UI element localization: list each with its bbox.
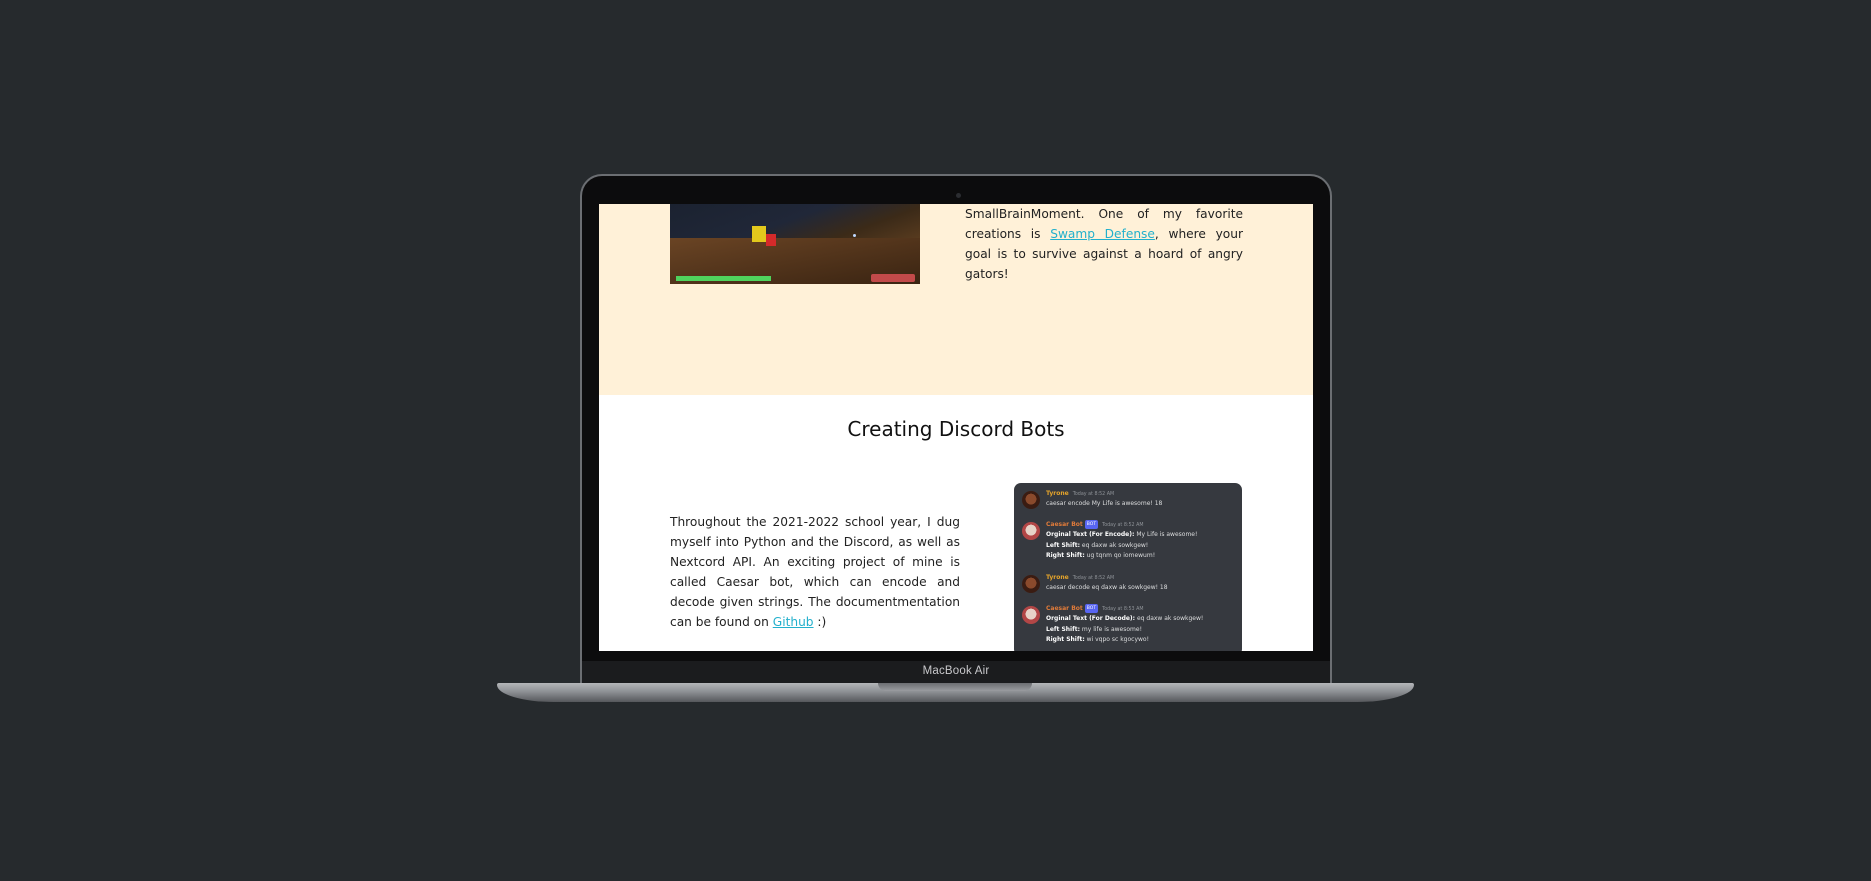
game-health-bar [676,276,771,281]
avatar [1022,522,1040,540]
games-section: SmallBrainMoment. One of my favorite cre… [599,204,1313,395]
section-title: Creating Discord Bots [847,417,1065,441]
line-text: ug tqnm qo iomewum! [1084,552,1156,559]
line-text: my life is awesome! [1080,625,1142,633]
game-light [853,234,856,237]
author-name: Caesar Bot [1046,605,1083,612]
line-text: My Life is awesome! [1134,531,1198,538]
screen: SmallBrainMoment. One of my favorite cre… [599,204,1313,651]
timestamp: Today at 8:52 AM [1102,523,1144,528]
author-name: Caesar Bot [1046,521,1083,528]
bots-text-after: :) [813,615,827,629]
bot-tag: BOT [1084,520,1099,529]
avatar [1022,606,1040,624]
game-badge [871,274,915,282]
laptop-notch [878,683,1032,691]
message-text: caesar decode eq daxw ak sowkgew! 18 [1046,584,1168,591]
games-description: SmallBrainMoment. One of my favorite cre… [965,204,1243,284]
message-line: Left Shift: eq daxw ak sowkgew! [1046,541,1236,552]
line-label: Orginal Text (For Encode): [1046,531,1135,538]
author-name: Tyrone [1046,490,1069,497]
author-name: Tyrone [1046,574,1069,581]
discord-bots-section: Creating Discord Bots Throughout the 202… [599,395,1313,651]
bots-text-before: Throughout the 2021-2022 school year, I … [670,515,960,629]
message-line: Right Shift: wi vqpo sc kgocywo! [1046,635,1236,646]
github-link[interactable]: Github [773,615,814,629]
message-line: Orginal Text (For Encode): My Life is aw… [1046,530,1236,541]
message-line: Orginal Text (For Decode): eq daxw ak so… [1046,614,1236,625]
swamp-defense-link[interactable]: Swamp Defense [1050,227,1155,241]
device-label: MacBook Air [922,665,990,677]
swamp-defense-screenshot [670,204,920,284]
line-label: Left Shift: [1046,541,1080,549]
message-line: Right Shift: ug tqnm qo iomewum! [1046,551,1236,562]
avatar [1022,575,1040,593]
game-character [752,226,766,242]
timestamp: Today at 8:52 AM [1072,576,1115,581]
bot-tag: BOT [1084,604,1099,613]
avatar [1022,491,1040,509]
bots-description: Throughout the 2021-2022 school year, I … [670,512,960,632]
timestamp: Today at 8:52 AM [1072,492,1115,497]
timestamp: Today at 8:53 AM [1102,607,1144,612]
line-text: eq daxw ak sowkgew! [1135,615,1204,622]
game-character-2 [766,234,776,246]
message-text: caesar encode My Life is awesome! 18 [1046,500,1163,507]
line-text: eq daxw ak sowkgew! [1080,541,1149,549]
camera-icon [956,193,961,198]
laptop-chin: MacBook Air [582,661,1330,685]
laptop-base [497,683,1414,702]
line-text: wi vqpo sc kgocywo! [1084,636,1149,643]
line-label: Left Shift: [1046,625,1080,633]
discord-chat-screenshot: Tyrone Today at 8:52 AM caesar encode My … [1014,483,1242,651]
message-line: Left Shift: my life is awesome! [1046,625,1236,636]
line-label: Orginal Text (For Decode): [1046,615,1136,622]
line-label: Right Shift: [1046,552,1085,559]
line-label: Right Shift: [1046,636,1085,643]
